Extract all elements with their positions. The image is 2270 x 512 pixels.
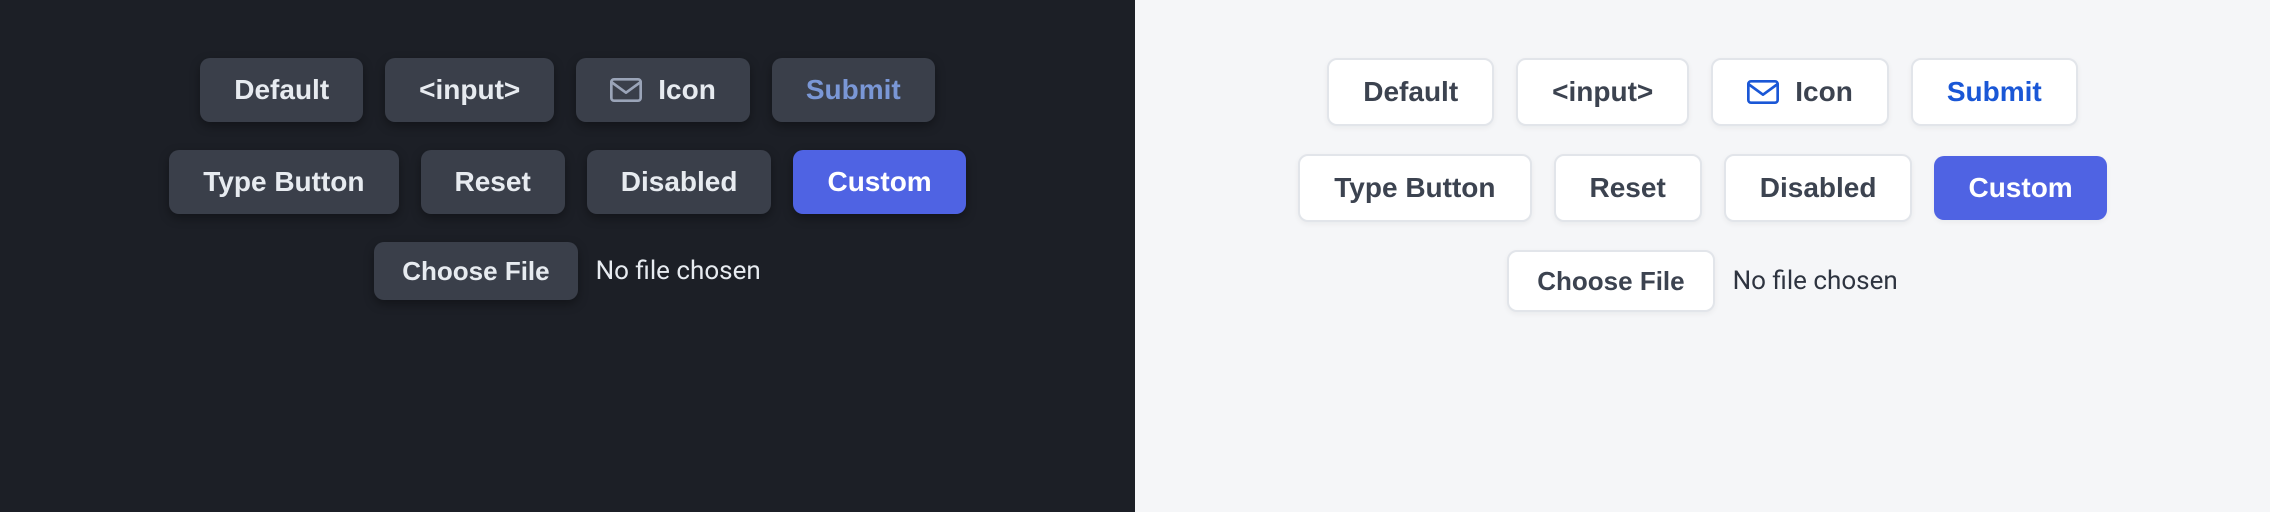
type-button[interactable]: Type Button xyxy=(169,150,398,214)
file-row: Choose File No file chosen xyxy=(374,242,760,300)
envelope-icon xyxy=(610,77,642,103)
default-button[interactable]: Default xyxy=(1327,58,1494,126)
icon-button[interactable]: Icon xyxy=(576,58,750,122)
type-button[interactable]: Type Button xyxy=(1298,154,1531,222)
custom-button[interactable]: Custom xyxy=(1934,156,2106,220)
file-input[interactable]: Choose File No file chosen xyxy=(1507,250,1897,312)
reset-button[interactable]: Reset xyxy=(421,150,565,214)
button-row-2: Type Button Reset Disabled Custom xyxy=(1298,154,2106,222)
input-button[interactable]: <input> xyxy=(1516,58,1689,126)
light-theme-panel: Default <input> Icon Submit Type Button … xyxy=(1135,0,2270,512)
dark-theme-panel: Default <input> Icon Submit Type Button … xyxy=(0,0,1135,512)
envelope-icon xyxy=(1747,79,1779,105)
button-row-1: Default <input> Icon Submit xyxy=(1327,58,2077,126)
button-row-1: Default <input> Icon Submit xyxy=(200,58,934,122)
submit-button[interactable]: Submit xyxy=(772,58,935,122)
choose-file-button[interactable]: Choose File xyxy=(374,242,577,300)
icon-button-label: Icon xyxy=(658,76,716,104)
disabled-button: Disabled xyxy=(587,150,772,214)
icon-button-label: Icon xyxy=(1795,78,1853,106)
input-button[interactable]: <input> xyxy=(385,58,554,122)
choose-file-button[interactable]: Choose File xyxy=(1507,250,1714,312)
reset-button[interactable]: Reset xyxy=(1554,154,1702,222)
file-status-text: No file chosen xyxy=(596,256,761,286)
file-input[interactable]: Choose File No file chosen xyxy=(374,242,760,300)
file-status-text: No file chosen xyxy=(1733,266,1898,296)
submit-button[interactable]: Submit xyxy=(1911,58,2078,126)
disabled-button: Disabled xyxy=(1724,154,1913,222)
icon-button[interactable]: Icon xyxy=(1711,58,1889,126)
default-button[interactable]: Default xyxy=(200,58,363,122)
file-row: Choose File No file chosen xyxy=(1507,250,1897,312)
custom-button[interactable]: Custom xyxy=(793,150,965,214)
button-row-2: Type Button Reset Disabled Custom xyxy=(169,150,965,214)
